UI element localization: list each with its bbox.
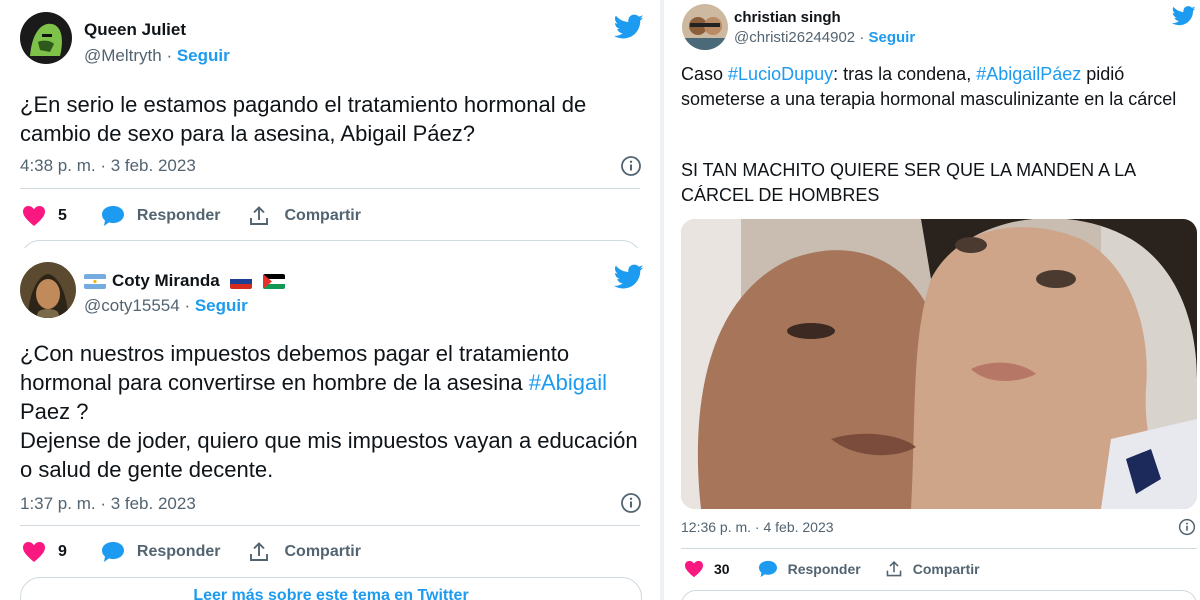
tweet-timestamp[interactable]: 4:38 p. m. · 3 feb. 2023 xyxy=(20,156,196,176)
share-label: Compartir xyxy=(284,543,361,560)
info-icon[interactable] xyxy=(1178,518,1196,541)
share-button[interactable]: Compartir xyxy=(248,205,361,227)
author-handle[interactable]: @Meltryth xyxy=(84,46,162,65)
author-handle-line: @coty15554 · Seguir xyxy=(84,296,248,316)
tweet-actions: 5 Responder Compartir xyxy=(22,204,361,228)
author-name[interactable]: Queen Juliet xyxy=(84,20,186,40)
avatar[interactable] xyxy=(682,4,728,50)
tweet-timestamp[interactable]: 12:36 p. m. · 4 feb. 2023 xyxy=(681,519,834,535)
tweet-text: ¿En serio le estamos pagando el tratamie… xyxy=(20,92,587,146)
read-more-box xyxy=(681,590,1197,600)
heart-icon xyxy=(685,560,703,578)
tweet-timestamp[interactable]: 1:37 p. m. · 3 feb. 2023 xyxy=(20,494,196,514)
author-name[interactable]: christian singh xyxy=(734,9,841,26)
share-icon xyxy=(250,206,269,225)
separator-dot: · xyxy=(184,296,195,315)
author-handle-line: @christi26244902 · Seguir xyxy=(734,29,915,46)
like-count: 30 xyxy=(714,561,730,577)
reply-label: Responder xyxy=(136,207,221,224)
hashtag-link[interactable]: #LucioDupuy xyxy=(728,64,833,84)
author-handle[interactable]: @coty15554 xyxy=(84,296,180,315)
author-name-line: Coty Miranda xyxy=(84,271,286,291)
heart-icon xyxy=(23,206,45,226)
twitter-bird-icon[interactable] xyxy=(613,14,644,45)
info-icon[interactable] xyxy=(620,155,642,182)
tweet-card-queen-juliet: Queen Juliet @Meltryth · Seguir ¿En seri… xyxy=(0,0,660,248)
reply-bubble-icon xyxy=(101,206,124,226)
info-icon[interactable] xyxy=(620,492,642,519)
tweet-text-part: Dejense de joder, quiero que mis impuest… xyxy=(20,428,638,482)
russia-flag-icon xyxy=(230,274,253,290)
separator-dot: · xyxy=(166,46,177,65)
like-button[interactable]: 30 xyxy=(684,560,730,578)
tweet-card-christian-singh: christian singh @christi26244902 · Segui… xyxy=(664,0,1200,600)
tweet-card-coty-miranda: Coty Miranda @coty15554 · Seguir ¿Con nu… xyxy=(0,248,660,600)
follow-button[interactable]: Seguir xyxy=(177,46,230,65)
reply-label: Responder xyxy=(787,561,861,577)
tweet-photo[interactable] xyxy=(681,219,1197,509)
share-label: Compartir xyxy=(912,561,980,577)
author-name[interactable]: Coty Miranda xyxy=(112,271,220,290)
tweet-text-part: Paez ? xyxy=(20,399,89,424)
divider xyxy=(20,525,640,526)
hashtag-link[interactable]: #Abigail xyxy=(529,370,607,395)
share-button[interactable]: Compartir xyxy=(248,541,361,563)
like-button[interactable]: 9 xyxy=(22,541,67,563)
tweet-text: ¿Con nuestros impuestos debemos pagar el… xyxy=(20,339,640,484)
twitter-bird-icon[interactable] xyxy=(613,264,644,295)
hashtag-link[interactable]: #AbigailPáez xyxy=(976,64,1081,84)
reply-button[interactable]: Responder xyxy=(101,541,221,563)
author-handle-line: @Meltryth · Seguir xyxy=(84,46,230,66)
argentina-flag-icon xyxy=(84,274,106,290)
divider xyxy=(681,548,1197,549)
twitter-bird-icon[interactable] xyxy=(1171,6,1196,31)
like-button[interactable]: 5 xyxy=(22,205,67,227)
share-icon xyxy=(886,560,902,577)
share-button[interactable]: Compartir xyxy=(885,560,980,578)
tweet-photo-image xyxy=(681,219,1197,509)
follow-button[interactable]: Seguir xyxy=(868,29,915,46)
tweet-text-part: Caso xyxy=(681,64,729,84)
reply-button[interactable]: Responder xyxy=(101,205,221,227)
tweet-text-part: ¿Con nuestros impuestos debemos pagar el… xyxy=(20,341,570,395)
read-more-box xyxy=(20,240,642,248)
divider xyxy=(20,188,640,189)
share-label: Compartir xyxy=(284,207,361,224)
reply-button[interactable]: Responder xyxy=(758,560,861,578)
tweet-text: Caso #LucioDupuy: tras la condena, #Abig… xyxy=(681,62,1181,112)
read-more-button[interactable]: Leer más sobre este tema en Twitter xyxy=(20,577,642,600)
tweet-text-part: : tras la condena, xyxy=(833,64,977,84)
avatar[interactable] xyxy=(20,12,72,64)
like-count: 5 xyxy=(58,207,67,224)
share-icon xyxy=(250,542,269,561)
palestine-flag-icon xyxy=(263,274,286,290)
tweet-actions: 30 Responder Compartir xyxy=(684,559,980,579)
heart-icon xyxy=(23,542,45,562)
tweet-actions: 9 Responder Compartir xyxy=(22,540,361,564)
tweet-text-second-paragraph: SI TAN MACHITO QUIERE SER QUE LA MANDEN … xyxy=(681,160,1136,205)
reply-bubble-icon xyxy=(101,542,124,562)
reply-label: Responder xyxy=(136,543,221,560)
follow-button[interactable]: Seguir xyxy=(195,296,248,315)
author-handle[interactable]: @christi26244902 xyxy=(734,29,855,46)
reply-bubble-icon xyxy=(758,560,777,578)
like-count: 9 xyxy=(58,543,67,560)
avatar[interactable] xyxy=(20,262,76,318)
